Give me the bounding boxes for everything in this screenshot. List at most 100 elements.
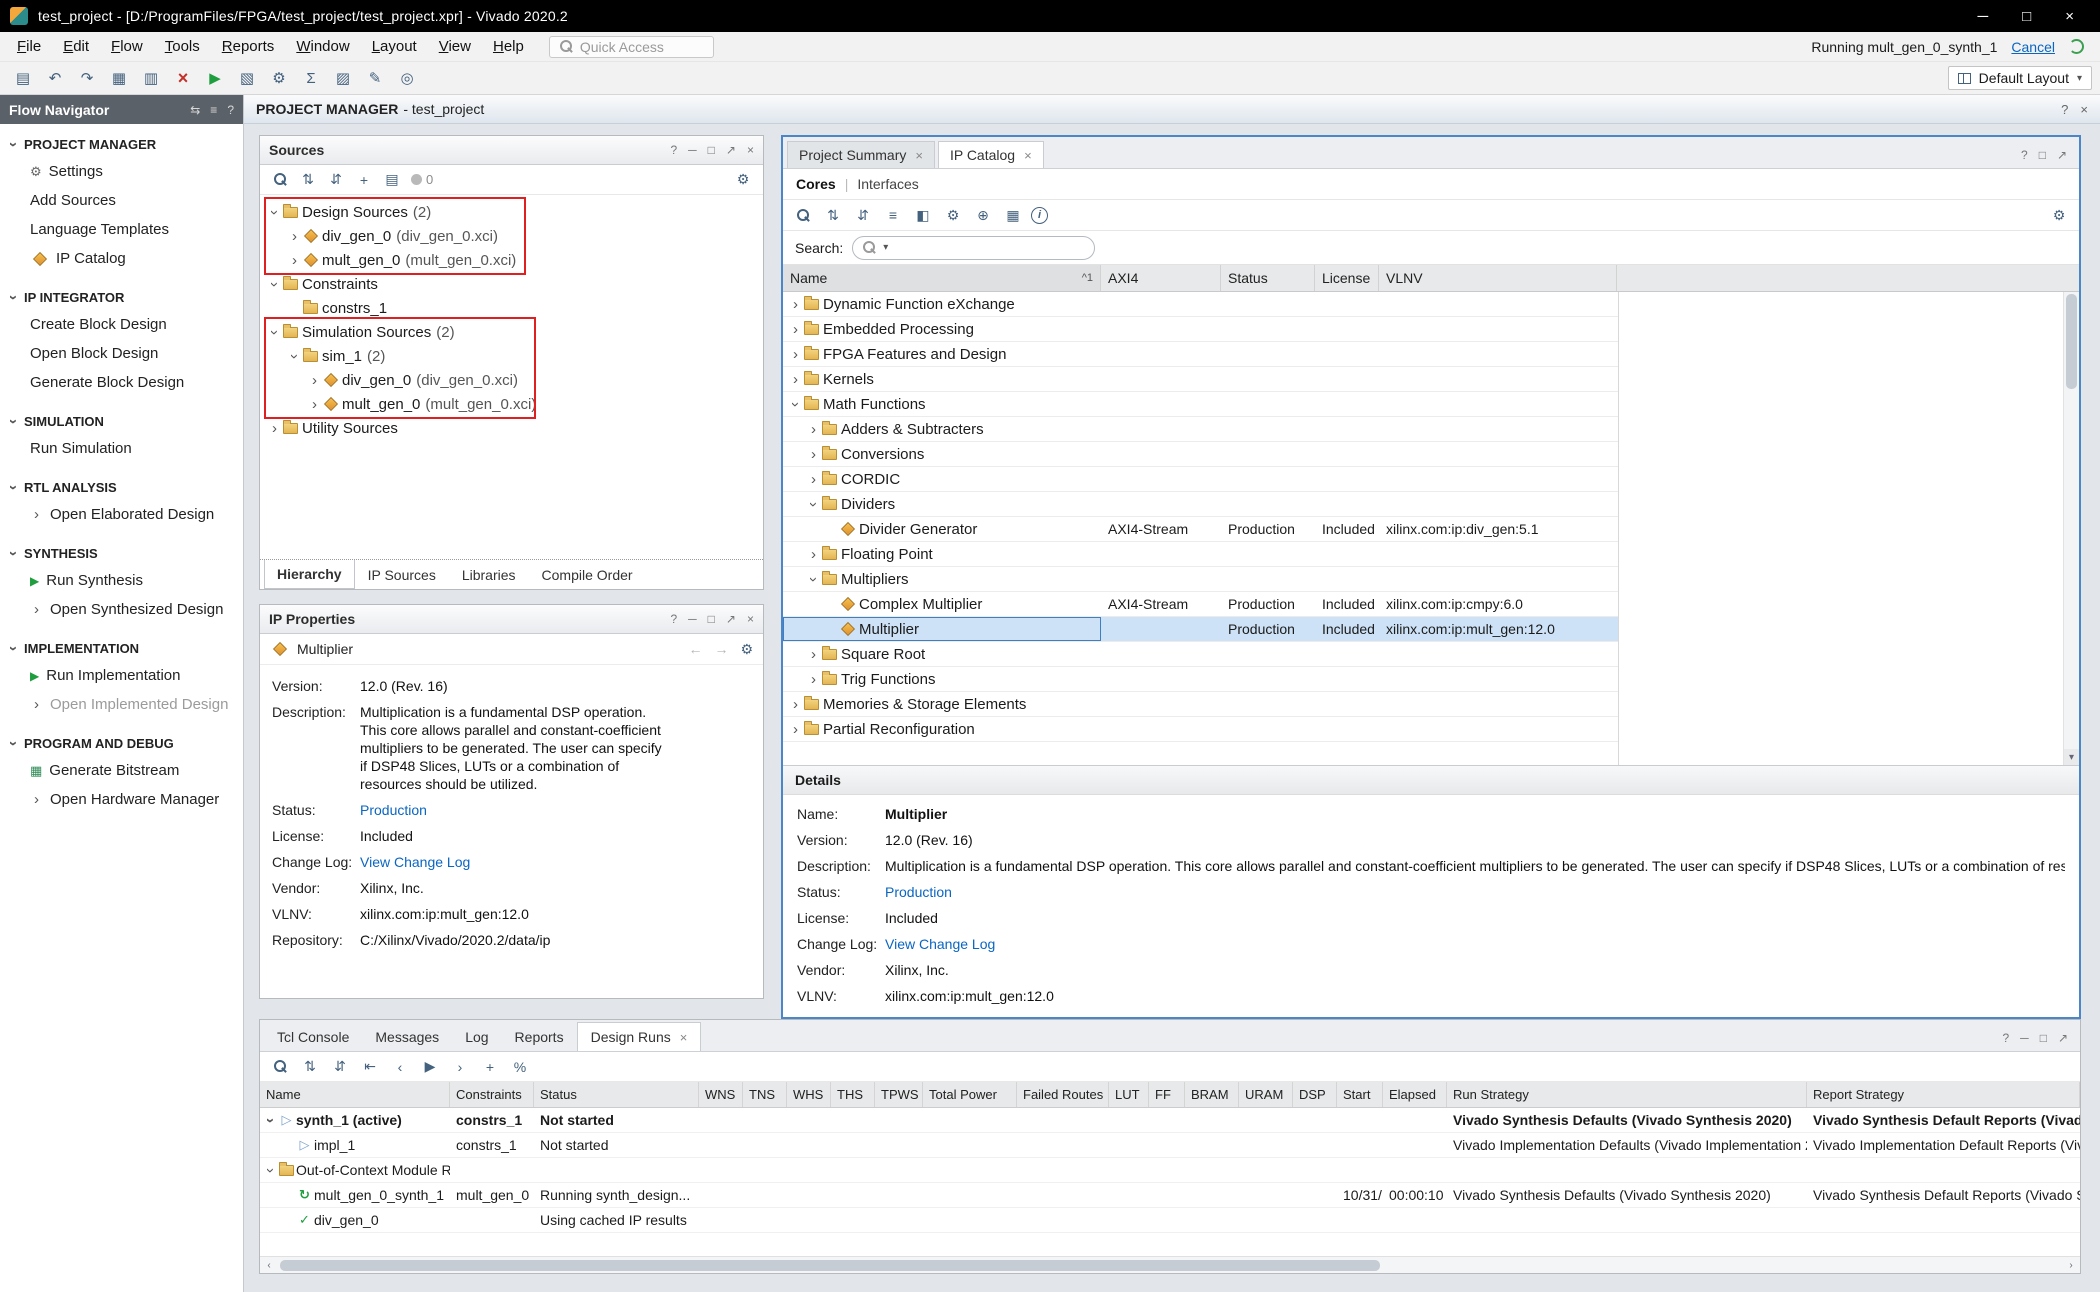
run-row[interactable]: ↻mult_gen_0_synth_1mult_gen_0Running syn… (260, 1183, 2080, 1208)
float-icon[interactable]: ↗ (726, 612, 736, 626)
float-icon[interactable]: ↗ (726, 143, 736, 157)
column-header-ff[interactable]: FF (1149, 1082, 1185, 1107)
chart-icon[interactable]: ▨ (328, 66, 358, 91)
gear-icon[interactable]: ⚙ (731, 169, 755, 191)
expander-icon[interactable]: › (807, 672, 820, 687)
maximize-icon[interactable]: □ (2022, 8, 2031, 25)
customize-icon[interactable]: ⚙ (941, 204, 965, 226)
column-header-lut[interactable]: LUT (1109, 1082, 1149, 1107)
menu-flow[interactable]: Flow (100, 33, 154, 60)
expander-icon[interactable]: › (789, 697, 802, 712)
tab-ip-catalog[interactable]: IP Catalog× (938, 141, 1044, 168)
collapse-all-icon[interactable]: ⇅ (821, 204, 845, 226)
fn-section-header[interactable]: ›SIMULATION (0, 409, 243, 434)
info-icon[interactable]: i (1031, 207, 1048, 224)
tree-row[interactable]: ›sim_1(2) (260, 344, 763, 368)
tree-row[interactable]: ›Design Sources(2) (260, 200, 763, 224)
column-header-whs[interactable]: WHS (787, 1082, 831, 1107)
column-header-start[interactable]: Start (1337, 1082, 1383, 1107)
chevron-down-icon[interactable]: › (6, 138, 21, 151)
maximize-icon[interactable]: □ (2040, 1031, 2047, 1045)
tree-row[interactable]: ›Constraints (260, 272, 763, 296)
help-icon[interactable]: ? (227, 103, 234, 117)
menu-view[interactable]: View (428, 33, 482, 60)
catalog-row[interactable]: ›Multipliers (783, 567, 1618, 592)
copy-icon[interactable]: ▦ (104, 66, 134, 91)
fn-item-open-elaborated-design[interactable]: ›Open Elaborated Design (0, 500, 243, 529)
gear-icon[interactable]: ⚙ (740, 641, 753, 658)
column-header-uram[interactable]: URAM (1239, 1082, 1293, 1107)
close-icon[interactable]: × (747, 612, 754, 626)
tab-hierarchy[interactable]: Hierarchy (264, 560, 355, 589)
subtab-interfaces[interactable]: Interfaces (857, 176, 918, 192)
menu-layout[interactable]: Layout (361, 33, 428, 60)
catalog-row[interactable]: ›Adders & Subtracters (783, 417, 1618, 442)
maximize-icon[interactable]: □ (708, 143, 715, 157)
search-icon[interactable] (268, 169, 292, 191)
fn-item-add-sources[interactable]: Add Sources (0, 186, 243, 215)
fn-section-header[interactable]: ›RTL ANALYSIS (0, 475, 243, 500)
catalog-row[interactable]: ›Math Functions (783, 392, 1618, 417)
percent-icon[interactable]: % (508, 1056, 532, 1078)
tab-libraries[interactable]: Libraries (449, 560, 529, 589)
tree-row[interactable]: ›mult_gen_0(mult_gen_0.xci) (260, 248, 763, 272)
fn-item-run-implementation[interactable]: ▶Run Implementation (0, 661, 243, 690)
menu-window[interactable]: Window (285, 33, 360, 60)
catalog-row[interactable]: ›FPGA Features and Design (783, 342, 1618, 367)
tree-row[interactable]: ›mult_gen_0(mult_gen_0.xci) (260, 392, 763, 416)
minimize-icon[interactable]: ─ (688, 143, 697, 157)
expand-all-icon[interactable]: ⇵ (324, 169, 348, 191)
scrollbar-thumb[interactable] (280, 1260, 1380, 1271)
tab-compile-order[interactable]: Compile Order (529, 560, 646, 589)
tree-row[interactable]: ›div_gen_0(div_gen_0.xci) (260, 368, 763, 392)
minimize-icon[interactable]: ─ (2020, 1031, 2029, 1045)
horizontal-scrollbar[interactable]: ‹ › (260, 1256, 2080, 1273)
back-icon[interactable]: ← (688, 641, 702, 658)
fn-item-generate-bitstream[interactable]: ▦Generate Bitstream (0, 756, 243, 785)
expander-icon[interactable]: › (267, 278, 282, 291)
fn-section-header[interactable]: ›IMPLEMENTATION (0, 636, 243, 661)
help-icon[interactable]: ? (2021, 148, 2028, 162)
field-value[interactable]: Production (885, 883, 952, 901)
search-icon[interactable] (791, 204, 815, 226)
tab-project-summary[interactable]: Project Summary× (787, 141, 935, 168)
catalog-row[interactable]: ›Trig Functions (783, 667, 1618, 692)
debug-icon[interactable]: ◎ (392, 66, 422, 91)
close-icon[interactable]: × (915, 148, 923, 163)
catalog-row[interactable]: ›Dividers (783, 492, 1618, 517)
catalog-search-input[interactable]: ▾ (852, 236, 1095, 260)
catalog-row[interactable]: Complex MultiplierAXI4-StreamProductionI… (783, 592, 1618, 617)
expand-all-icon[interactable]: ⇵ (851, 204, 875, 226)
tab-design-runs[interactable]: Design Runs× (577, 1022, 702, 1051)
step-forward-icon[interactable]: › (448, 1056, 472, 1078)
scrollbar-thumb[interactable] (2066, 294, 2077, 389)
expander-icon[interactable]: › (267, 326, 282, 339)
tree-row[interactable]: constrs_1 (260, 296, 763, 320)
catalog-row[interactable]: ›Partial Reconfiguration (783, 717, 1618, 742)
expander-icon[interactable]: › (788, 398, 803, 411)
paste-icon[interactable]: ▥ (136, 66, 166, 91)
column-header-report_strategy[interactable]: Report Strategy (1807, 1082, 2080, 1107)
cancel-button[interactable]: Cancel (2011, 39, 2055, 55)
search-icon[interactable] (268, 1056, 292, 1078)
quick-access-search[interactable]: Quick Access (549, 36, 714, 58)
expander-icon[interactable]: › (288, 253, 301, 268)
expander-icon[interactable]: › (789, 297, 802, 312)
vertical-scrollbar[interactable]: ▾ (2063, 292, 2079, 765)
chevron-right-icon[interactable]: › (30, 697, 43, 712)
run-row[interactable]: ›▷synth_1 (active)constrs_1Not startedVi… (260, 1108, 2080, 1133)
column-header-name[interactable]: Name (260, 1082, 450, 1107)
column-header-tns[interactable]: TNS (743, 1082, 787, 1107)
chevron-right-icon[interactable]: › (30, 507, 43, 522)
scroll-left-icon[interactable]: ‹ (262, 1260, 276, 1271)
expander-icon[interactable]: › (263, 1114, 278, 1127)
catalog-row[interactable]: MultiplierProductionIncludedxilinx.com:i… (783, 617, 1618, 642)
undo-icon[interactable]: ↶ (40, 66, 70, 91)
report-icon[interactable]: ▧ (232, 66, 262, 91)
run-row[interactable]: ▷impl_1constrs_1Not startedVivado Implem… (260, 1133, 2080, 1158)
sum-report-icon[interactable]: Σ (296, 66, 326, 91)
dock-icon[interactable]: ⇆ (190, 103, 200, 117)
fn-item-ip-catalog[interactable]: IP Catalog (0, 244, 243, 273)
chevron-down-icon[interactable]: › (6, 291, 21, 304)
fn-section-header[interactable]: ›SYNTHESIS (0, 541, 243, 566)
